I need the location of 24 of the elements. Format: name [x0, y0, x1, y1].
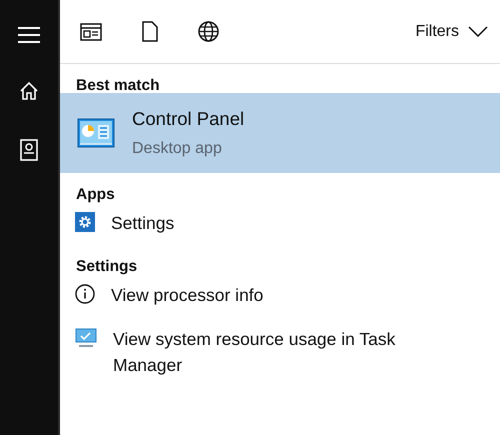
document-icon[interactable] [142, 21, 158, 42]
result-item[interactable]: View system resource usage in Task Manager [60, 318, 500, 387]
section-header: Settings [75, 257, 138, 274]
filters-button[interactable]: Filters [415, 22, 488, 40]
chevron-down-icon [468, 26, 488, 37]
result-item[interactable]: Settings [60, 202, 500, 246]
item-subtitle: Desktop app [132, 138, 223, 158]
menu-icon[interactable] [18, 27, 40, 43]
control-panel-icon [77, 118, 115, 148]
gear-icon [75, 212, 95, 232]
home-icon[interactable] [19, 81, 39, 101]
result-item[interactable]: Control Panel Desktop app [60, 93, 500, 173]
item-title: Settings [111, 212, 174, 235]
item-title: View system resource usage in Task Manager [113, 328, 396, 377]
monitor-icon [75, 328, 97, 348]
item-title: Control Panel [132, 108, 244, 130]
result-item[interactable]: View processor info [60, 274, 500, 318]
notebook-icon[interactable] [20, 139, 38, 161]
info-icon [75, 284, 95, 304]
globe-icon[interactable] [198, 21, 219, 42]
item-title: View processor info [111, 284, 264, 308]
section-header: Best match [75, 76, 161, 93]
app-window-icon[interactable] [80, 22, 102, 40]
section-header: Apps [75, 185, 116, 202]
